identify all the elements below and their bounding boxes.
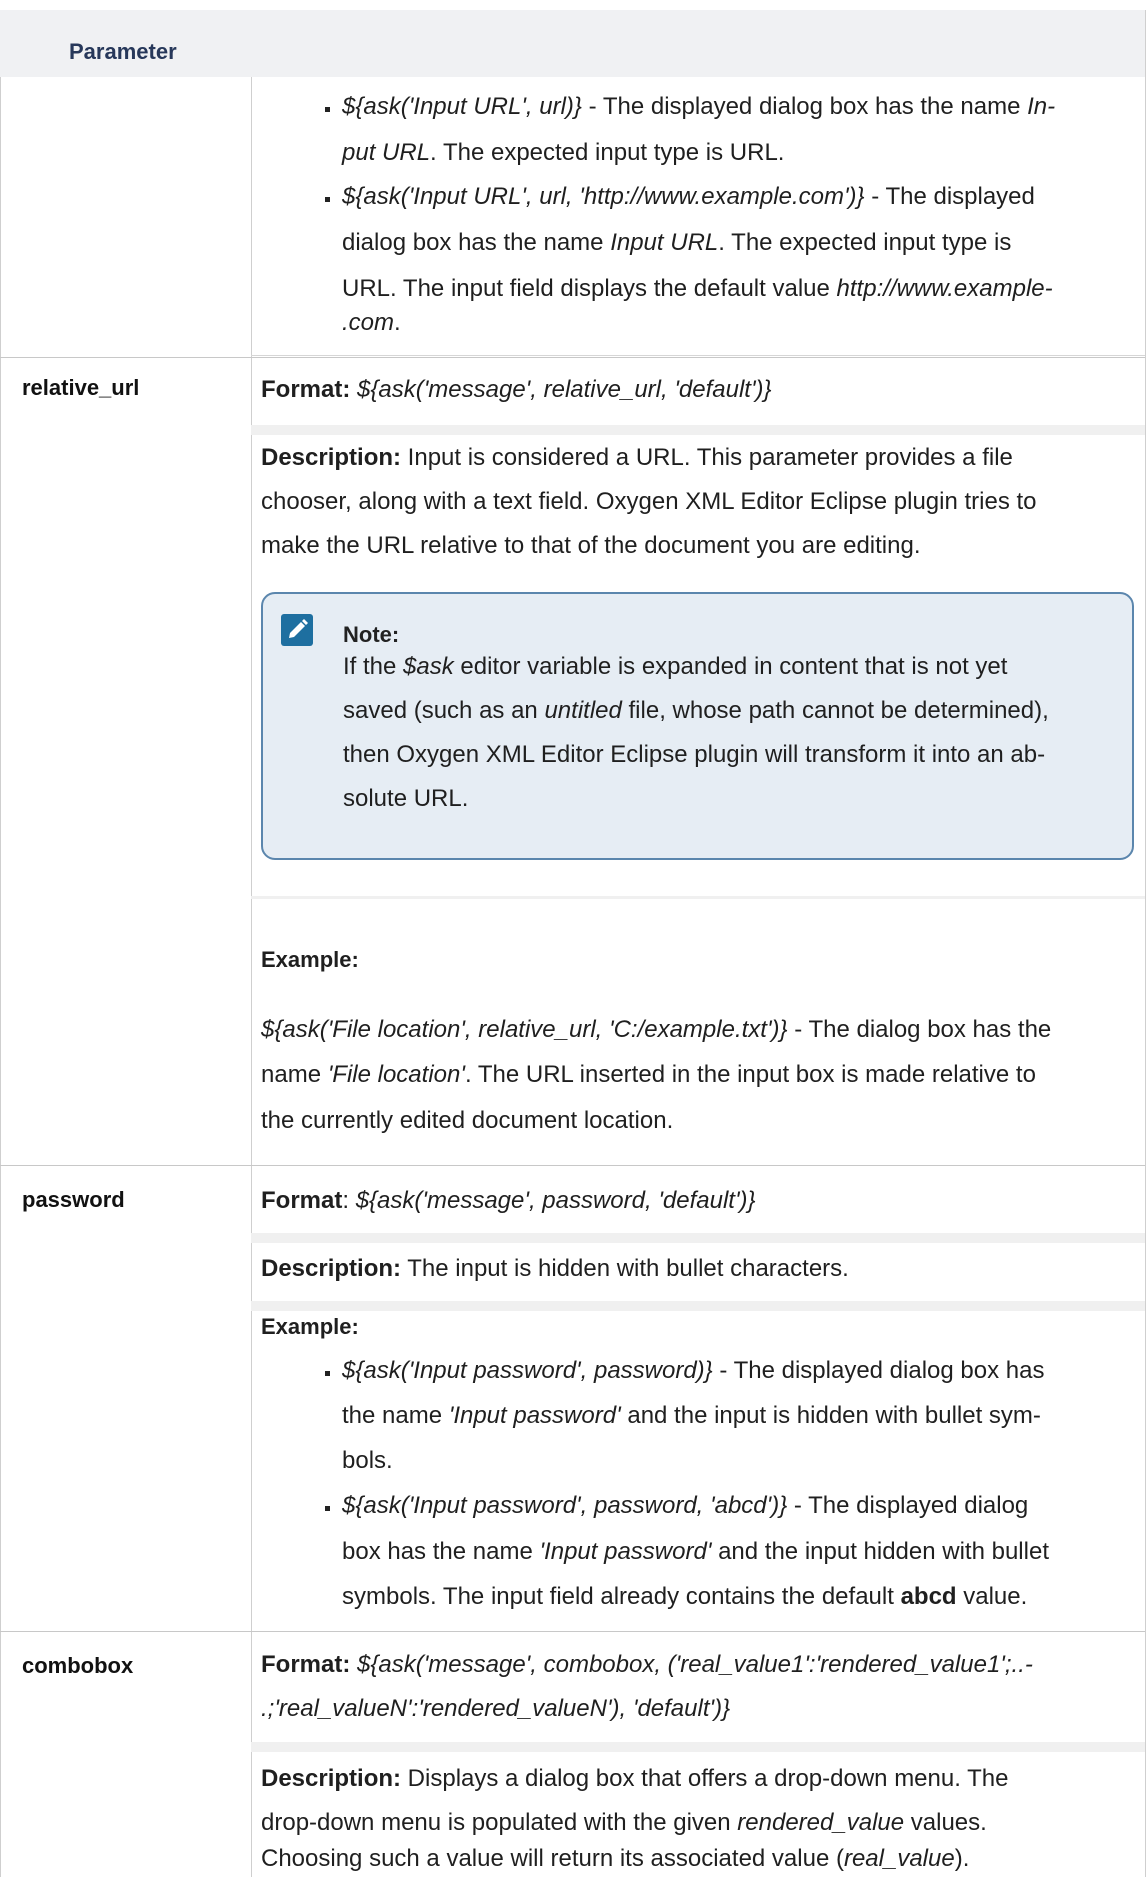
password-format: Format: ${ask('message', password, 'defa… (261, 1187, 756, 1214)
cell-separator (251, 1742, 1145, 1752)
combobox-format-line1: Format: ${ask('message', combobox, ('rea… (261, 1651, 1033, 1678)
bullet-icon (325, 107, 330, 112)
relative-url-example-line1: ${ask('File location', relative_url, 'C:… (261, 1016, 1052, 1043)
row-divider (0, 1631, 1145, 1632)
bullet-icon (325, 197, 330, 202)
combobox-description-line1: Description: Displays a dialog box that … (261, 1765, 1009, 1792)
url-example-1-line2: put URL. The expected input type is URL. (342, 139, 785, 166)
relative-url-description-line1: Description: Input is considered a URL. … (261, 444, 1013, 471)
combobox-description-line3: Choosing such a value will return its as… (261, 1845, 970, 1872)
relative-url-description-line3: make the URL relative to that of the doc… (261, 532, 921, 559)
password-example-2-line1: ${ask('Input password', password, 'abcd'… (342, 1492, 1029, 1519)
parameter-column-header: Parameter (69, 39, 177, 64)
url-example-2-line2: dialog box has the name Input URL. The e… (342, 229, 1012, 256)
password-example-2-line3: symbols. The input field already contain… (342, 1583, 1028, 1610)
bullet-icon (325, 1371, 330, 1376)
password-description: Description: The input is hidden with bu… (261, 1255, 849, 1282)
right-border (1145, 10, 1146, 1877)
param-combobox: combobox (22, 1653, 134, 1678)
table-header: Parameter (0, 10, 1145, 77)
relative-url-example-label: Example: (261, 947, 359, 972)
password-example-1-line3: bols. (342, 1447, 393, 1474)
password-example-1-line1: ${ask('Input password', password)} - The… (342, 1357, 1045, 1384)
note-line1: If the $ask editor variable is expanded … (343, 653, 1008, 680)
url-example-1-line1: ${ask('Input URL', url)} - The displayed… (342, 93, 1056, 120)
document-page: Parameter ${ask('Input URL', url)} - The… (0, 0, 1147, 1877)
pencil-icon (281, 614, 313, 646)
row-divider (0, 1165, 1145, 1166)
cell-separator (251, 425, 1145, 435)
password-example-label: Example: (261, 1314, 359, 1339)
relative-url-example-line2: name 'File location'. The URL inserted i… (261, 1061, 1036, 1088)
relative-url-format: Format: ${ask('message', relative_url, '… (261, 376, 772, 403)
relative-url-description-line2: chooser, along with a text field. Oxygen… (261, 488, 1037, 515)
combobox-format-line2: .;'real_valueN':'rendered_valueN'), 'def… (261, 1695, 731, 1722)
param-relative-url: relative_url (22, 375, 140, 400)
row-divider (251, 355, 1145, 356)
param-password: password (22, 1187, 125, 1212)
bullet-icon (325, 1506, 330, 1511)
row-divider (0, 357, 1145, 358)
password-example-1-line2: the name 'Input password' and the input … (342, 1402, 1041, 1429)
column-divider (251, 77, 252, 1877)
url-example-2-line1: ${ask('Input URL', url, 'http://www.exam… (342, 183, 1035, 210)
cell-separator (251, 896, 1145, 899)
url-example-2-line3: URL. The input field displays the defaul… (342, 275, 1053, 302)
note-line3: then Oxygen XML Editor Eclipse plugin wi… (343, 741, 1046, 768)
relative-url-example-line3: the currently edited document location. (261, 1107, 674, 1134)
cell-separator (251, 1301, 1145, 1311)
url-example-2-line4: .com. (342, 309, 401, 336)
note-box: Note: If the $ask editor variable is exp… (261, 592, 1134, 860)
note-line4: solute URL. (343, 785, 469, 812)
password-example-2-line2: box has the name 'Input password' and th… (342, 1538, 1049, 1565)
note-line2: saved (such as an untitled file, whose p… (343, 697, 1049, 724)
left-border (0, 77, 1, 1877)
cell-separator (251, 1233, 1145, 1243)
